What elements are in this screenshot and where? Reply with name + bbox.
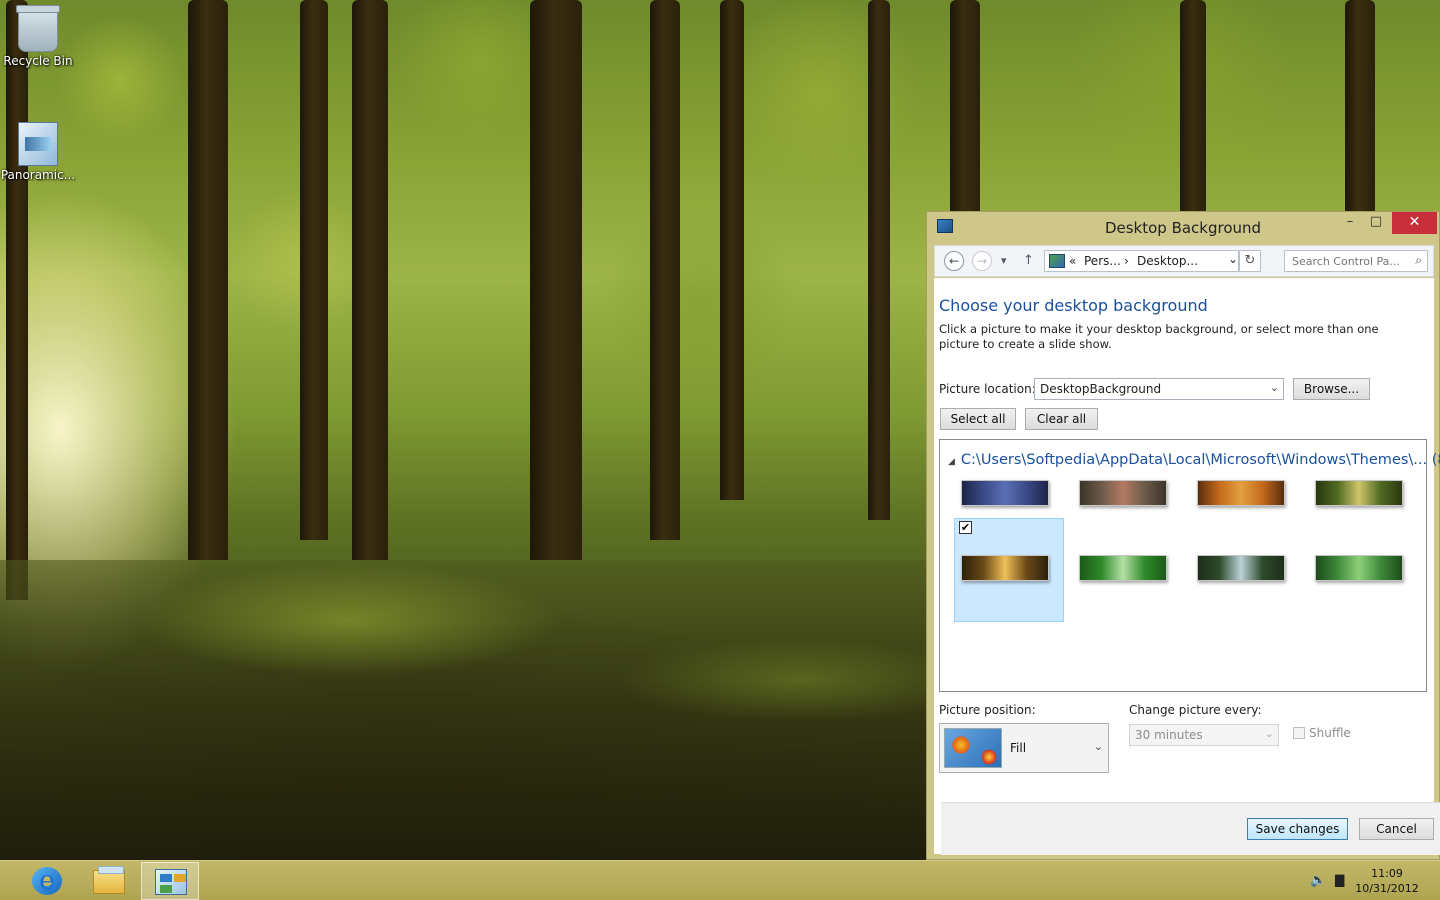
position-preview-image <box>944 728 1002 768</box>
desktop-background-window: Desktop Background – □ ✕ ← → ▾ ↑ « Pers.… <box>926 211 1440 860</box>
tree-trunk <box>650 0 680 540</box>
tree-trunk <box>868 0 890 520</box>
tree-trunk <box>352 0 388 560</box>
tree-trunk <box>530 0 582 560</box>
close-button[interactable]: ✕ <box>1392 212 1437 234</box>
change-picture-label: Change picture every: <box>1129 703 1262 717</box>
back-button[interactable]: ← <box>944 251 964 271</box>
picture-count: (8) <box>1431 452 1440 468</box>
folder-path: C:\Users\Softpedia\AppData\Local\Microso… <box>960 452 1428 468</box>
thumbnail-bamboo[interactable] <box>1315 555 1403 581</box>
taskbar: e 🔈 ▇ 11:09 10/31/2012 <box>0 860 1440 900</box>
dialog-footer: Save changes Cancel <box>941 802 1440 855</box>
desktop-icon-recycle-bin[interactable]: Recycle Bin <box>0 5 76 68</box>
page-title: Choose your desktop background <box>939 296 1208 315</box>
picture-position-value: Fill <box>1010 741 1027 755</box>
search-icon[interactable]: ⌕ <box>1415 253 1422 268</box>
chevron-down-icon: ⌄ <box>1269 381 1279 394</box>
clear-all-button[interactable]: Clear all <box>1025 408 1098 430</box>
address-dropdown-icon[interactable]: ⌄ <box>1228 252 1238 266</box>
title-bar[interactable]: Desktop Background – □ ✕ <box>927 212 1439 242</box>
search-input[interactable] <box>1285 251 1405 271</box>
picture-gallery: ◢ C:\Users\Softpedia\AppData\Local\Micros… <box>939 439 1440 692</box>
control-panel-icon <box>155 869 187 895</box>
maximize-button[interactable]: □ <box>1363 212 1389 234</box>
thumbnail-forest-trunks-red[interactable] <box>1079 480 1167 506</box>
tree-trunk <box>1345 0 1375 211</box>
folder-group-header[interactable]: ◢ C:\Users\Softpedia\AppData\Local\Micros… <box>948 452 1440 468</box>
tree-trunk <box>6 0 28 600</box>
chevron-down-icon: ⌄ <box>1264 727 1274 740</box>
change-interval-value: 30 minutes <box>1135 728 1203 742</box>
control-panel-icon <box>1049 254 1065 268</box>
clock-time: 11:09 <box>1371 867 1403 880</box>
shuffle-label: Shuffle <box>1309 726 1351 740</box>
select-all-button[interactable]: Select all <box>940 408 1016 430</box>
volume-icon[interactable]: 🔈 <box>1310 873 1326 888</box>
picture-location-label: Picture location: <box>939 382 1036 396</box>
tree-trunk <box>1180 0 1206 211</box>
thumbnail-forest-road[interactable] <box>1315 480 1403 506</box>
forward-button[interactable]: → <box>972 251 992 271</box>
change-interval-dropdown[interactable]: 30 minutes ⌄ <box>1129 724 1279 746</box>
folder-icon <box>93 866 125 894</box>
network-icon[interactable]: ▇ <box>1335 873 1344 887</box>
refresh-button[interactable]: ↻ <box>1239 250 1261 272</box>
main-content: Choose your desktop background Click a p… <box>934 278 1440 855</box>
desktop-icon-panoramic[interactable]: Panoramic... <box>0 122 76 182</box>
thumbnail-forest-sunlight[interactable] <box>961 555 1049 581</box>
cancel-button[interactable]: Cancel <box>1359 818 1434 840</box>
thumbnail-forest-stream[interactable] <box>1197 555 1285 581</box>
picture-location-value: DesktopBackground <box>1040 382 1162 396</box>
save-changes-button[interactable]: Save changes <box>1247 818 1348 840</box>
picture-location-dropdown[interactable]: DesktopBackground ⌄ <box>1034 378 1284 400</box>
tree-trunk <box>720 0 744 500</box>
taskbar-internet-explorer[interactable]: e <box>17 862 75 900</box>
thumbnail-green-mist[interactable] <box>1079 555 1167 581</box>
navigation-bar: ← → ▾ ↑ « Pers... › Desktop... ⌄ ↻ ⌕ <box>934 245 1434 277</box>
desktop-icon-label: Recycle Bin <box>3 54 73 68</box>
taskbar-control-panel[interactable] <box>141 862 199 900</box>
tree-trunk <box>950 0 980 211</box>
picture-position-label: Picture position: <box>939 703 1036 717</box>
up-button[interactable]: ↑ <box>1023 253 1034 268</box>
thumbnail-checkbox[interactable]: ✔ <box>959 521 972 534</box>
internet-explorer-icon: e <box>32 867 62 895</box>
collapse-arrow-icon[interactable]: ◢ <box>948 457 955 467</box>
shuffle-checkbox[interactable]: Shuffle <box>1293 726 1351 740</box>
recent-locations-button[interactable]: ▾ <box>1001 254 1007 267</box>
tree-trunk <box>300 0 328 540</box>
breadcrumb-prefix[interactable]: « <box>1069 254 1076 268</box>
chevron-down-icon: ⌄ <box>1093 740 1103 753</box>
recycle-bin-icon <box>16 5 60 52</box>
address-bar[interactable]: « Pers... › Desktop... ⌄ <box>1044 250 1239 272</box>
system-clock[interactable]: 11:09 10/31/2012 <box>1354 866 1420 896</box>
minimize-button[interactable]: – <box>1337 212 1363 234</box>
breadcrumb-personalization[interactable]: Pers... <box>1084 254 1121 268</box>
tree-trunk <box>188 0 228 560</box>
clock-date: 10/31/2012 <box>1355 882 1419 895</box>
shuffle-checkbox-box[interactable] <box>1293 727 1305 739</box>
thumbnail-forest-path-blue[interactable] <box>961 480 1049 506</box>
desktop-icon-label: Panoramic... <box>0 168 76 182</box>
thumbnail-autumn-forest[interactable] <box>1197 480 1285 506</box>
picture-position-dropdown[interactable]: Fill ⌄ <box>939 723 1109 773</box>
breadcrumb-separator[interactable]: › <box>1124 254 1129 268</box>
breadcrumb-desktop-background[interactable]: Desktop... <box>1137 254 1198 268</box>
browse-button[interactable]: Browse... <box>1293 378 1370 400</box>
search-box: ⌕ <box>1284 250 1428 272</box>
taskbar-file-explorer[interactable] <box>79 862 137 900</box>
panoramic-theme-icon <box>18 122 58 166</box>
page-description: Click a picture to make it your desktop … <box>939 322 1379 351</box>
